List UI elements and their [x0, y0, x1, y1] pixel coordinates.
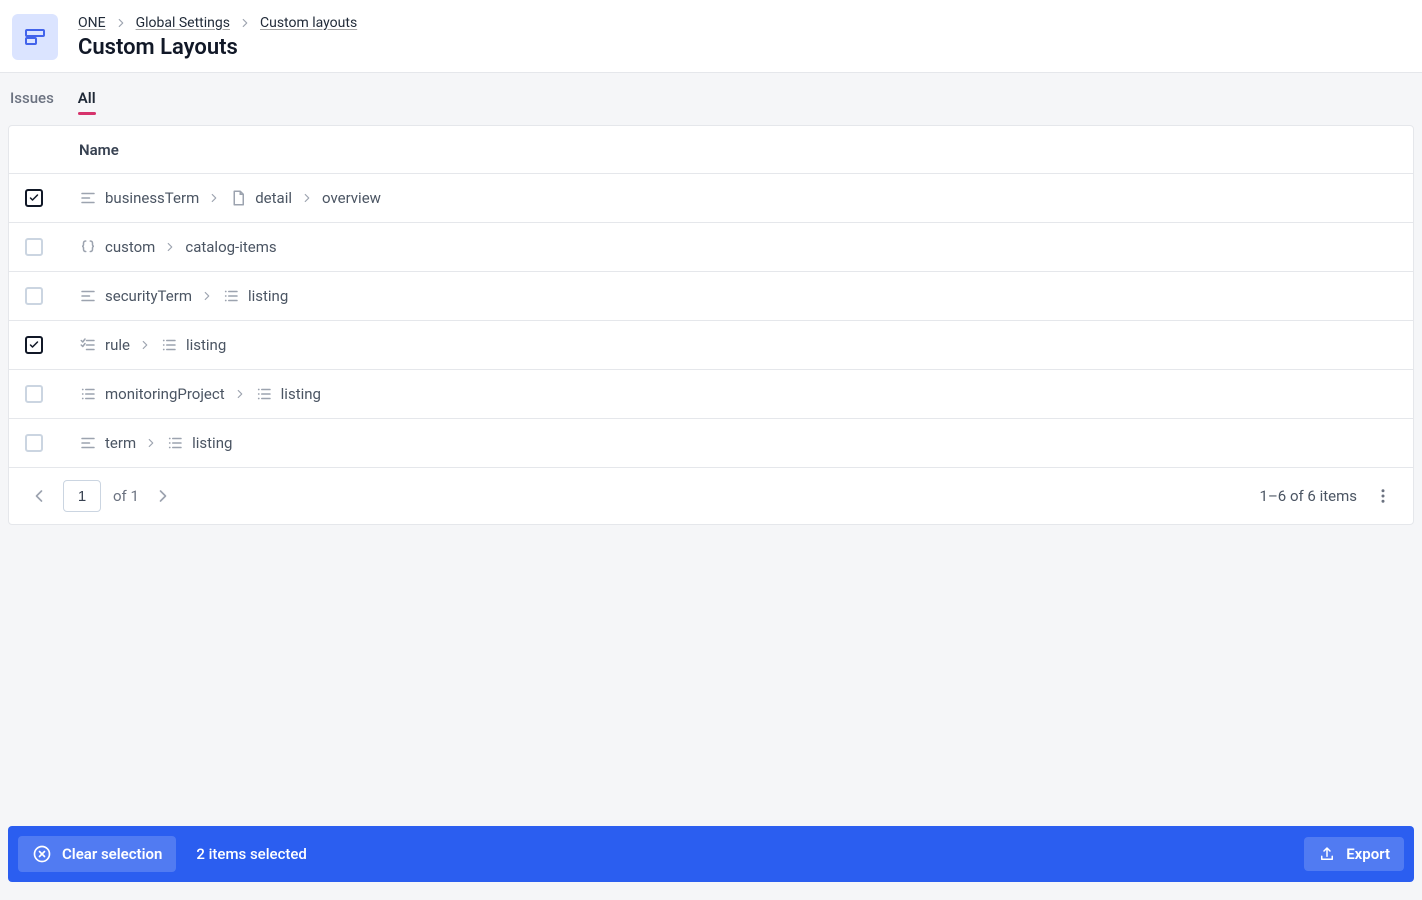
- text-icon: [79, 287, 97, 305]
- selection-count: 2 items selected: [196, 845, 307, 863]
- page-input[interactable]: [63, 480, 101, 512]
- row-checkbox[interactable]: [25, 238, 43, 256]
- breadcrumb-link-custom-layouts[interactable]: Custom layouts: [260, 15, 357, 31]
- breadcrumb-link-global-settings[interactable]: Global Settings: [136, 15, 230, 31]
- row-path: rule listing: [79, 336, 226, 354]
- table-options-button[interactable]: [1371, 484, 1395, 508]
- list-icon: [166, 434, 184, 452]
- path-segment: listing: [192, 434, 232, 452]
- path-segment: rule: [105, 336, 130, 354]
- checklist-icon: [79, 336, 97, 354]
- path-segment: catalog-items: [185, 238, 276, 256]
- clear-selection-button[interactable]: Clear selection: [18, 836, 176, 872]
- list-icon: [160, 336, 178, 354]
- path-segment: listing: [248, 287, 288, 305]
- path-segment: securityTerm: [105, 287, 192, 305]
- column-header-name[interactable]: Name: [79, 141, 119, 159]
- row-path: monitoringProject listing: [79, 385, 321, 403]
- row-checkbox[interactable]: [25, 287, 43, 305]
- row-checkbox[interactable]: [25, 385, 43, 403]
- export-button[interactable]: Export: [1304, 837, 1404, 871]
- row-path: businessTerm detail overview: [79, 189, 381, 207]
- clear-selection-label: Clear selection: [62, 845, 162, 863]
- text-icon: [79, 434, 97, 452]
- table-row[interactable]: custom catalog-items: [9, 223, 1413, 272]
- chevron-right-icon: [207, 191, 221, 205]
- export-icon: [1318, 845, 1336, 863]
- path-segment: businessTerm: [105, 189, 199, 207]
- export-label: Export: [1346, 845, 1390, 863]
- tab-bar: Issues All: [0, 73, 1422, 115]
- chevron-right-icon: [138, 338, 152, 352]
- breadcrumb-link-one[interactable]: ONE: [78, 15, 106, 31]
- path-segment: listing: [281, 385, 321, 403]
- list-icon: [222, 287, 240, 305]
- row-path: term listing: [79, 434, 232, 452]
- path-segment: monitoringProject: [105, 385, 225, 403]
- chevron-right-icon: [144, 436, 158, 450]
- chevron-right-icon: [233, 387, 247, 401]
- chevron-right-icon: [238, 16, 252, 30]
- chevron-right-icon: [300, 191, 314, 205]
- table-row[interactable]: monitoringProject listing: [9, 370, 1413, 419]
- page-of-label: of 1: [113, 487, 139, 505]
- selection-bar: Clear selection 2 items selected Export: [8, 826, 1414, 882]
- chevron-right-icon: [200, 289, 214, 303]
- next-page-button[interactable]: [151, 484, 175, 508]
- page-title: Custom Layouts: [78, 35, 357, 60]
- list-icon: [255, 385, 273, 403]
- chevron-right-icon: [163, 240, 177, 254]
- text-icon: [79, 189, 97, 207]
- table-row[interactable]: rule listing: [9, 321, 1413, 370]
- table-header-row: Name: [9, 126, 1413, 174]
- table-row[interactable]: term listing: [9, 419, 1413, 468]
- table-footer: of 1 1–6 of 6 items: [9, 468, 1413, 524]
- path-segment: detail: [255, 189, 292, 207]
- layouts-table: Name businessTerm detail overview custom cat…: [8, 125, 1414, 525]
- pagination-count: 1–6 of 6 items: [1260, 487, 1357, 505]
- path-segment: custom: [105, 238, 155, 256]
- path-segment: listing: [186, 336, 226, 354]
- row-path: custom catalog-items: [79, 238, 277, 256]
- row-checkbox[interactable]: [25, 189, 43, 207]
- path-segment: overview: [322, 189, 381, 207]
- tab-issues[interactable]: Issues: [10, 89, 54, 115]
- list-icon: [79, 385, 97, 403]
- row-checkbox[interactable]: [25, 336, 43, 354]
- row-path: securityTerm listing: [79, 287, 288, 305]
- layout-icon: [12, 14, 58, 60]
- table-row[interactable]: businessTerm detail overview: [9, 174, 1413, 223]
- table-row[interactable]: securityTerm listing: [9, 272, 1413, 321]
- chevron-right-icon: [114, 16, 128, 30]
- braces-icon: [79, 238, 97, 256]
- breadcrumb: ONE Global Settings Custom layouts: [78, 15, 357, 31]
- doc-icon: [229, 189, 247, 207]
- page-header: ONE Global Settings Custom layouts Custo…: [0, 0, 1422, 73]
- path-segment: term: [105, 434, 136, 452]
- row-checkbox[interactable]: [25, 434, 43, 452]
- prev-page-button[interactable]: [27, 484, 51, 508]
- tab-all[interactable]: All: [78, 89, 96, 115]
- close-circle-icon: [32, 844, 52, 864]
